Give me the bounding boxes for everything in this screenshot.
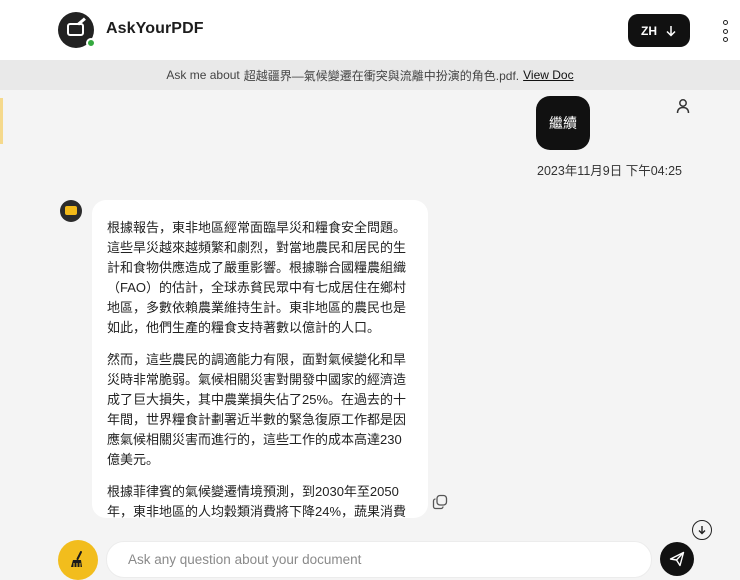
question-input-placeholder: Ask any question about your document — [128, 552, 362, 567]
user-icon — [676, 99, 690, 114]
app-title: AskYourPDF — [106, 20, 204, 37]
send-button[interactable] — [660, 542, 694, 576]
bot-paragraph: 根據報告，東非地區經常面臨旱災和糧食安全問題。這些旱災越來越頻繁和劇烈，對當地農… — [107, 220, 407, 335]
bot-message-bubble: 根據報告，東非地區經常面臨旱災和糧食安全問題。這些旱災越來越頻繁和劇烈，對當地農… — [92, 200, 428, 518]
send-icon — [669, 551, 685, 567]
scroll-down-icon[interactable] — [692, 520, 712, 540]
user-message-text: 繼續 — [549, 115, 577, 131]
doc-bar-prefix: Ask me about — [166, 68, 240, 82]
view-doc-link[interactable]: View Doc — [523, 68, 573, 82]
bot-paragraph: 根據菲律賓的氣候變遷情境預測，到2030年至2050年，東非地區的人均穀類消費將… — [107, 484, 407, 518]
bot-avatar-icon — [60, 200, 82, 222]
arrow-down-icon — [666, 25, 676, 37]
copy-icon[interactable] — [432, 494, 448, 510]
online-status-dot — [86, 38, 96, 48]
clear-chat-button[interactable] — [58, 540, 98, 580]
document-bar: Ask me about 超越疆界—氣候變遷在衝突與流離中扮演的角色.pdf. … — [0, 60, 740, 90]
language-label: ZH — [641, 23, 657, 38]
left-accent-marker — [0, 98, 3, 144]
question-input[interactable]: Ask any question about your document — [106, 541, 652, 578]
language-button[interactable]: ZH — [628, 14, 690, 47]
broom-icon — [71, 551, 82, 567]
more-vertical-icon[interactable] — [719, 20, 731, 42]
bot-paragraph: 然而，這些農民的調適能力有限，面對氣候變化和旱災時非常脆弱。氣候相關災害對開發中… — [107, 352, 407, 467]
user-message-bubble: 繼續 — [536, 96, 590, 150]
message-timestamp: 2023年11月9日 下午04:25 — [537, 164, 682, 178]
doc-file-name: 超越疆界—氣候變遷在衝突與流離中扮演的角色.pdf. — [243, 68, 520, 83]
